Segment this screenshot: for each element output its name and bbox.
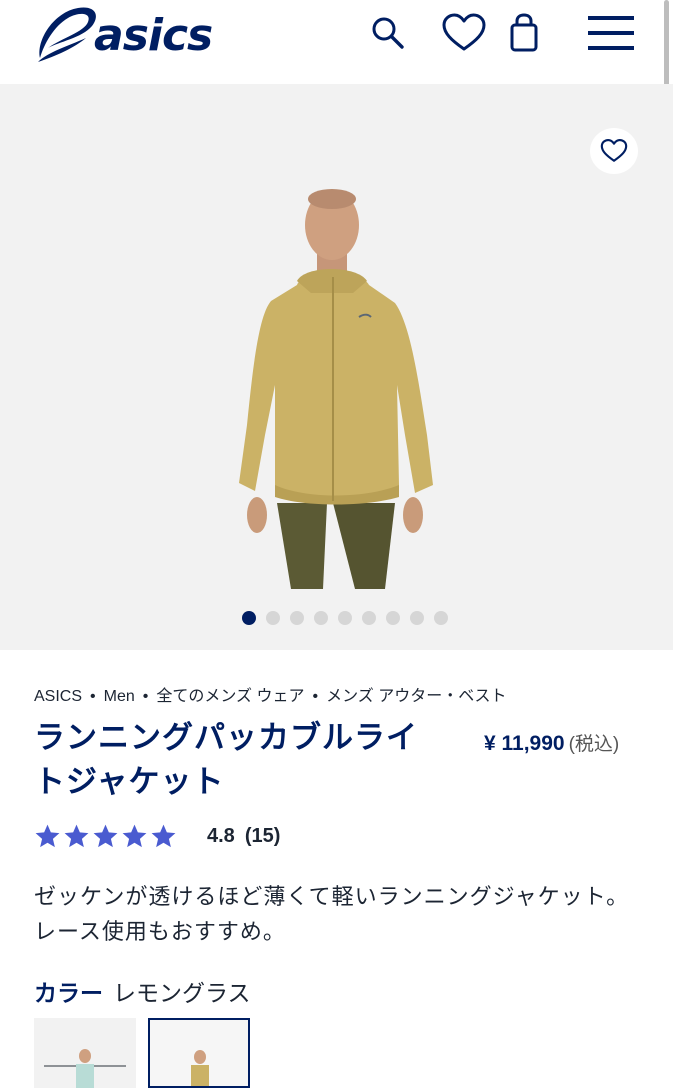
price-value: ¥ 11,990 — [484, 732, 565, 755]
star-icon — [35, 824, 60, 848]
add-to-wishlist-button[interactable] — [590, 128, 638, 174]
star-icon — [122, 824, 147, 848]
star-rating — [34, 823, 177, 849]
breadcrumb-item[interactable]: メンズ アウター・ベスト — [326, 688, 506, 705]
product-description: ゼッケンが透けるほど薄くて軽いランニングジャケット。レース使用もおすすめ。 — [34, 885, 630, 945]
star-icon — [64, 824, 89, 848]
star-icon — [151, 824, 176, 848]
product-price: ¥ 11,990 (税込) — [484, 729, 619, 756]
heart-icon — [442, 13, 486, 51]
search-icon — [372, 17, 404, 49]
gallery-dot[interactable] — [242, 611, 256, 625]
tax-note: (税込) — [568, 734, 620, 755]
color-label: カラー — [34, 981, 103, 1007]
gallery-dot[interactable] — [434, 611, 448, 625]
breadcrumb-item[interactable]: Men — [104, 688, 135, 705]
selected-color-name: レモングラス — [113, 981, 251, 1007]
breadcrumb: ASICS • Men • 全てのメンズ ウェア • メンズ アウター・ベスト — [34, 688, 507, 705]
wishlist-button[interactable] — [440, 10, 488, 56]
search-button[interactable] — [368, 10, 408, 56]
gallery-dot[interactable] — [386, 611, 400, 625]
brand-wordmark: asics — [94, 10, 213, 61]
breadcrumb-item[interactable]: ASICS — [34, 688, 82, 705]
menu-button[interactable] — [584, 10, 638, 56]
star-icon — [93, 824, 118, 848]
menu-icon — [588, 16, 634, 50]
product-title: ランニングパッカブルライトジャケット — [34, 720, 418, 800]
breadcrumb-item[interactable]: 全てのメンズ ウェア — [156, 688, 304, 705]
gallery-dot[interactable] — [290, 611, 304, 625]
review-count[interactable]: (15) — [245, 825, 281, 848]
heart-icon — [600, 138, 628, 162]
gallery-dot[interactable] — [314, 611, 328, 625]
product-image[interactable] — [235, 185, 435, 590]
site-header: asics — [0, 0, 673, 92]
gallery-dot[interactable] — [338, 611, 352, 625]
swatch-thumbnail — [191, 1050, 209, 1088]
color-selector-label: カラー レモングラス — [34, 974, 251, 1008]
asics-logo[interactable]: asics — [34, 2, 234, 68]
gallery-dot[interactable] — [266, 611, 280, 625]
gallery-dot[interactable] — [410, 611, 424, 625]
gallery-pagination — [242, 611, 448, 625]
product-rating[interactable]: 4.8 (15) — [34, 823, 280, 849]
swatch-thumbnail — [44, 1049, 126, 1088]
cart-button[interactable] — [504, 10, 544, 56]
shopping-bag-icon — [510, 13, 538, 52]
color-swatch-selected[interactable] — [148, 1018, 250, 1088]
page-scrollbar[interactable] — [664, 0, 669, 92]
gallery-dot[interactable] — [362, 611, 376, 625]
rating-value: 4.8 — [207, 824, 235, 847]
color-swatch[interactable] — [34, 1018, 136, 1088]
